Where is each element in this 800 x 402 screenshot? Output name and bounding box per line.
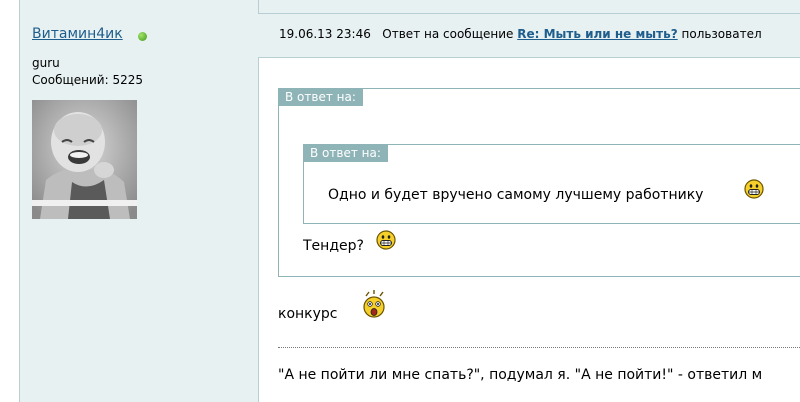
quote-inner-text: Одно и будет вручено самому лучшему рабо… (328, 187, 704, 203)
avatar (32, 100, 137, 219)
grin-smiley-icon (376, 230, 396, 250)
grin-smiley-icon (744, 179, 764, 199)
quote-inner: В ответ на: Одно и будет вручено самому … (303, 144, 800, 224)
forum-post: Витамин4ик guru Сообщений: 5225 19.06.13… (0, 0, 800, 402)
author-rank: guru (32, 56, 60, 70)
reply-prefix: Ответ на сообщение (382, 27, 514, 41)
reply-topic-link[interactable]: Re: Мыть или не мыть? (517, 27, 677, 41)
online-status-icon (138, 32, 147, 41)
post-header: 19.06.13 23:46 Ответ на сообщение Re: Мы… (258, 14, 800, 58)
quote-outer: В ответ на: В ответ на: Одно и будет вру… (278, 88, 800, 277)
author-name-link[interactable]: Витамин4ик (32, 26, 123, 42)
avatar-image (32, 100, 137, 219)
author-post-count: Сообщений: 5225 (32, 73, 143, 87)
quote-outer-text: Тендер? (303, 238, 364, 254)
post-datetime: 19.06.13 23:46 (279, 27, 371, 41)
quote-inner-label: В ответ на: (303, 144, 388, 162)
post-meta: 19.06.13 23:46 Ответ на сообщение Re: Мы… (279, 27, 762, 41)
post-body-text: конкурс (278, 306, 338, 322)
shocked-smiley-icon (363, 290, 385, 318)
quote-outer-label: В ответ на: (278, 88, 363, 106)
reply-suffix: пользовател (681, 27, 762, 41)
signature-text: "А не пойти ли мне спать?", подумал я. "… (278, 367, 763, 383)
signature-divider (278, 347, 800, 348)
